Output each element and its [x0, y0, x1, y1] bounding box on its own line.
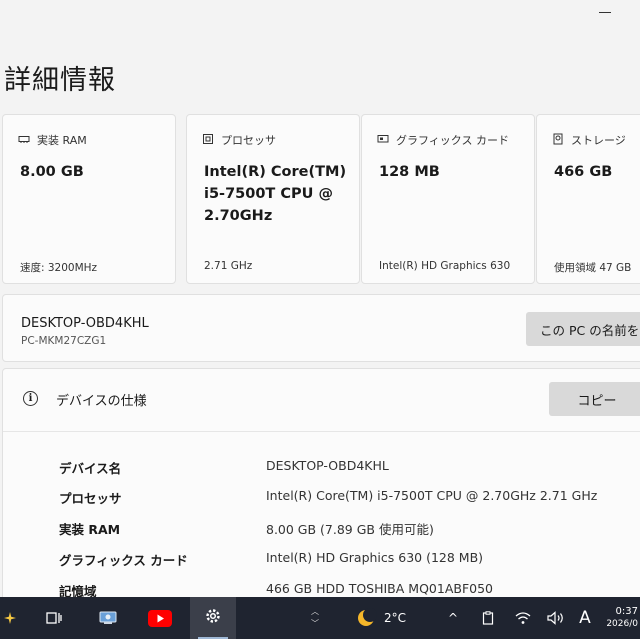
spec-value: 8.00 GB (7.89 GB 使用可能) — [266, 522, 434, 537]
show-hidden-icons-chevron-icon[interactable]: ^ — [443, 597, 463, 639]
card-ram: 実装 RAM 8.00 GB 速度: 3200MHz — [2, 114, 176, 284]
copilot-icon[interactable] — [0, 597, 20, 639]
spec-value: 466 GB HDD TOSHIBA MQ01ABF050 — [266, 581, 493, 596]
card-value: 466 GB — [554, 164, 613, 180]
page-title: 詳細情報 — [4, 65, 116, 96]
settings-taskbar-button[interactable] — [190, 597, 236, 639]
device-specs-panel: i デバイスの仕様 コピー デバイス名 DESKTOP-OBD4KHL プロセッ… — [2, 368, 640, 608]
taskbar: ︿ ﹀ 2°C ^ A 0:37 2026/0 — [0, 597, 640, 639]
spec-label: プロセッサ — [59, 491, 122, 506]
specs-title: デバイスの仕様 — [56, 394, 147, 409]
spec-value: DESKTOP-OBD4KHL — [266, 458, 389, 473]
card-footer: 速度: 3200MHz — [20, 262, 98, 274]
copy-button[interactable]: コピー — [549, 382, 640, 416]
gear-icon — [204, 607, 222, 629]
memory-icon — [18, 133, 30, 148]
card-value: 128 MB — [379, 164, 440, 180]
card-label: ストレージ — [571, 134, 626, 147]
specs-header[interactable]: i デバイスの仕様 コピー — [3, 369, 640, 432]
weather-icon — [358, 608, 377, 626]
task-view-icon[interactable] — [36, 597, 72, 639]
spec-value: Intel(R) HD Graphics 630 (128 MB) — [266, 550, 484, 565]
chevron-down-icon[interactable]: ﹀ — [311, 618, 319, 630]
card-processor: プロセッサ Intel(R) Core(TM) i5-7500T CPU @ 2… — [186, 114, 360, 284]
chevron-up-icon[interactable]: ︿ — [311, 606, 319, 618]
pc-model: PC-MKM27CZG1 — [21, 335, 107, 347]
youtube-icon[interactable] — [142, 597, 178, 639]
card-footer: 使用領域 47 GB — [554, 262, 632, 274]
card-footer: 2.71 GHz — [204, 260, 253, 272]
info-icon: i — [23, 391, 38, 406]
card-label: 実装 RAM — [37, 134, 87, 147]
spec-label: グラフィックス カード — [59, 553, 188, 568]
spec-label: 実装 RAM — [59, 522, 121, 537]
card-footer: Intel(R) HD Graphics 630 — [379, 260, 511, 272]
volume-icon[interactable] — [545, 597, 567, 639]
clock[interactable]: 0:37 2026/0 — [600, 597, 640, 639]
weather-temperature: 2°C — [384, 611, 407, 625]
clock-date: 2026/0 — [606, 619, 638, 629]
card-value: Intel(R) Core(TM) i5-7500T CPU @ 2.70GHz — [204, 164, 347, 224]
spec-row: グラフィックス カード Intel(R) HD Graphics 630 (12… — [3, 550, 640, 580]
clipboard-icon[interactable] — [478, 597, 498, 639]
storage-icon — [552, 133, 564, 148]
rename-pc-button[interactable]: この PC の名前を — [526, 312, 640, 346]
card-label: グラフィックス カード — [396, 134, 509, 147]
card-storage: ストレージ 466 GB 使用領域 47 GB — [536, 114, 640, 284]
pc-name-panel: DESKTOP-OBD4KHL PC-MKM27CZG1 この PC の名前を — [2, 294, 640, 362]
minimize-button[interactable] — [599, 12, 611, 13]
spec-label: デバイス名 — [59, 461, 122, 476]
weather-widget[interactable]: 2°C — [356, 597, 426, 639]
processor-icon — [202, 133, 214, 148]
spec-row: プロセッサ Intel(R) Core(TM) i5-7500T CPU @ 2… — [3, 488, 640, 518]
card-value: 8.00 GB — [20, 164, 84, 180]
spec-row: デバイス名 DESKTOP-OBD4KHL — [3, 458, 640, 488]
card-graphics: グラフィックス カード 128 MB Intel(R) HD Graphics … — [361, 114, 535, 284]
clock-time: 0:37 — [615, 606, 638, 617]
spec-row: 実装 RAM 8.00 GB (7.89 GB 使用可能) — [3, 519, 640, 549]
taskbar-scroll[interactable]: ︿ ﹀ — [305, 597, 325, 639]
pc-name: DESKTOP-OBD4KHL — [21, 316, 149, 331]
wifi-icon[interactable] — [513, 597, 533, 639]
pc-app-icon[interactable] — [90, 597, 126, 639]
spec-value: Intel(R) Core(TM) i5-7500T CPU @ 2.70GHz… — [266, 488, 598, 503]
ime-indicator[interactable]: A — [574, 597, 596, 639]
graphics-card-icon — [377, 133, 389, 148]
card-label: プロセッサ — [221, 134, 276, 147]
